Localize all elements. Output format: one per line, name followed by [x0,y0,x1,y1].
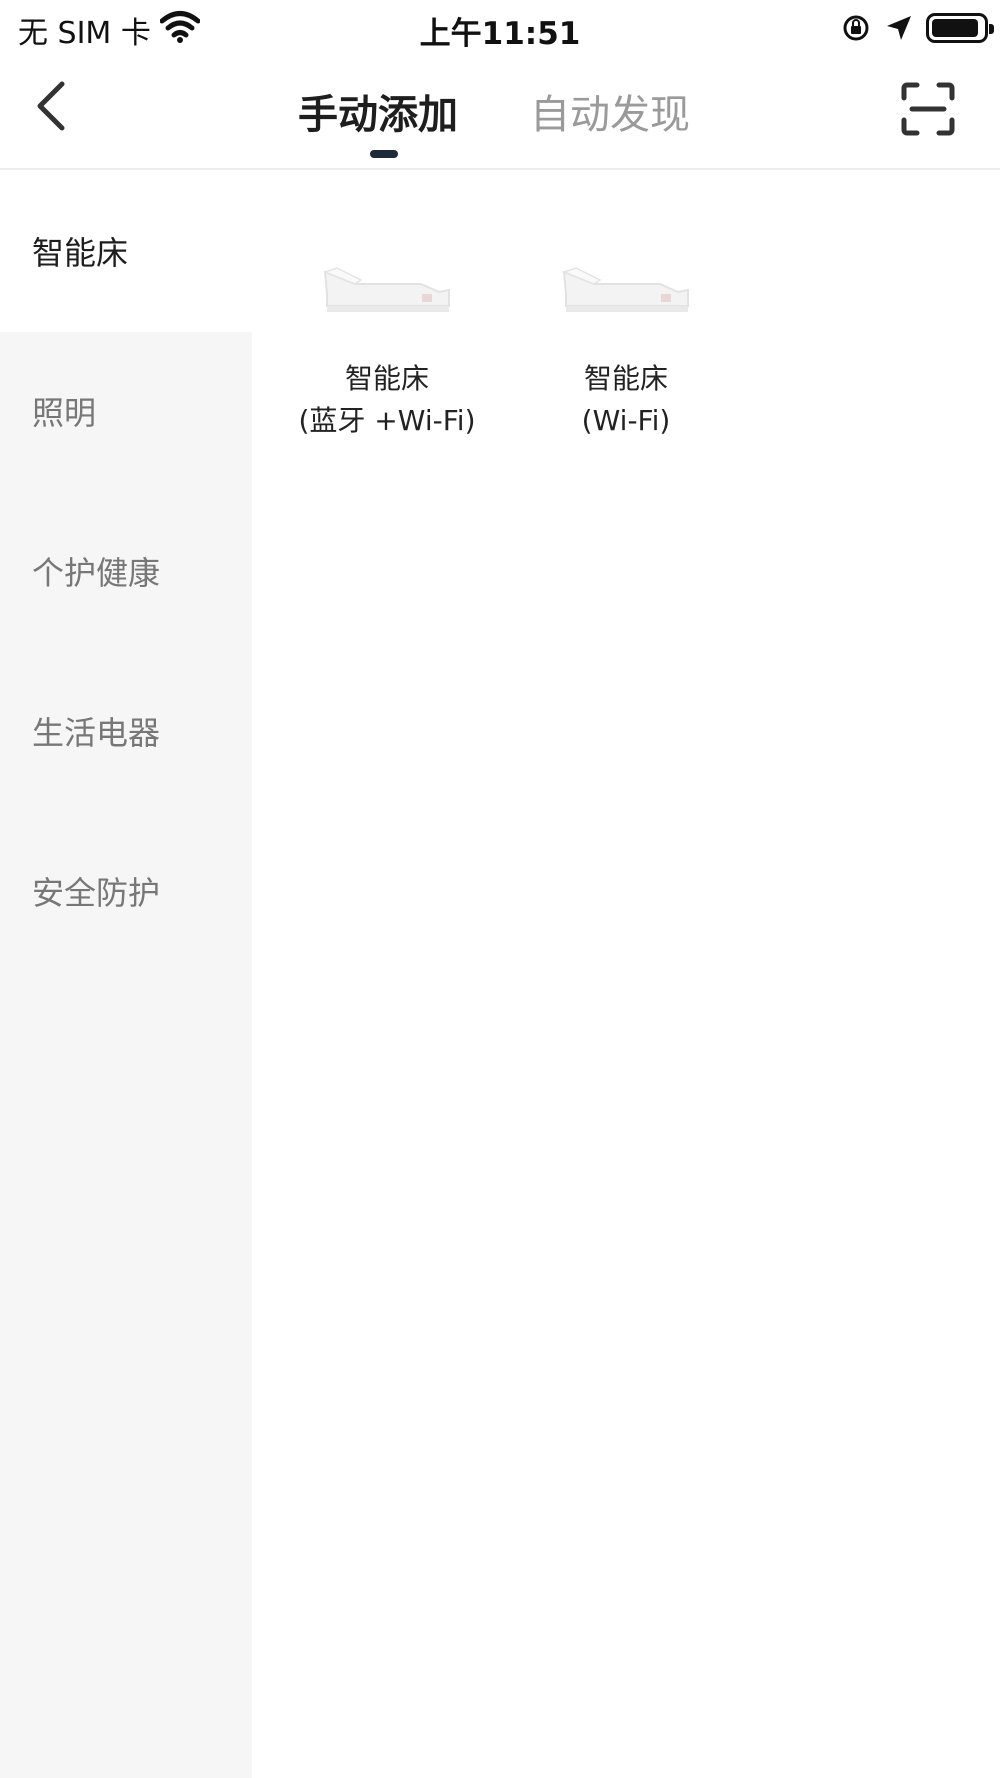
sidebar-item-appliances[interactable]: 生活电器 [0,652,252,812]
tab-manual-add[interactable]: 手动添加 [298,82,458,140]
sidebar-item-label: 智能床 [32,234,129,272]
scan-icon[interactable] [900,82,956,136]
adjustable-bed-icon [322,267,450,312]
tab-bar: 手动添加 自动发现 [0,56,1000,170]
adjustable-bed-icon [561,267,689,312]
device-name: 智能床 [583,362,668,395]
device-grid: 智能床 (蓝牙 +Wi-Fi) 智能床 (Wi-Fi) [252,172,1000,1778]
sidebar-item-lighting[interactable]: 照明 [0,332,252,492]
device-card-smart-bed-wifi[interactable]: 智能床 (Wi-Fi) [506,262,746,442]
sidebar-item-personal-care[interactable]: 个护健康 [0,492,252,652]
battery-icon [926,13,994,43]
sidebar-item-smart-bed[interactable]: 智能床 [0,172,252,332]
sidebar-item-label: 生活电器 [32,714,161,752]
orientation-lock-icon [843,15,869,41]
tab-auto-discover[interactable]: 自动发现 [530,82,690,140]
sidebar-item-label: 照明 [32,394,97,432]
location-arrow-icon [887,16,911,40]
device-connectivity: (Wi-Fi) [581,404,671,437]
device-card-smart-bed-bt-wifi[interactable]: 智能床 (蓝牙 +Wi-Fi) [267,262,507,442]
category-sidebar: 智能床 照明 个护健康 生活电器 安全防护 [0,172,252,1778]
battery-fill [932,19,978,37]
device-connectivity: (蓝牙 +Wi-Fi) [298,404,476,437]
status-right-icons [840,8,994,48]
battery-cap [989,24,994,34]
screen: 无 SIM 卡 上午11:51 手动添加 自动发现 智能床 照明 个护健康 生活… [0,0,1000,1778]
nav-bar: 手动添加 自动发现 [0,56,1000,170]
active-tab-indicator [370,150,398,158]
status-bar: 无 SIM 卡 上午11:51 [0,0,1000,56]
sidebar-item-label: 安全防护 [32,874,161,912]
sidebar-item-security[interactable]: 安全防护 [0,812,252,972]
device-name: 智能床 [344,362,429,395]
sidebar-item-label: 个护健康 [32,554,161,592]
